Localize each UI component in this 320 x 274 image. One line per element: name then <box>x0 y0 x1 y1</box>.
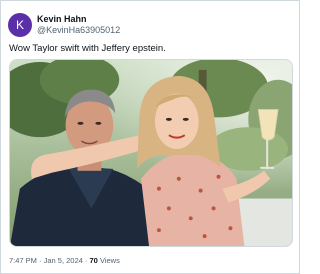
meta-separator: · <box>84 256 88 265</box>
tweet-photo[interactable] <box>9 59 293 247</box>
tweet-text: Wow Taylor swift with Jeffery epstein. <box>9 43 166 54</box>
views-label: Views <box>99 256 120 265</box>
avatar[interactable]: K <box>8 13 32 37</box>
tweet-card: K Kevin Hahn @KevinHa63905012 Wow Taylor… <box>0 0 300 274</box>
tweet-date[interactable]: Jan 5, 2024 <box>44 256 83 265</box>
author-name[interactable]: Kevin Hahn <box>37 14 120 25</box>
tweet-time[interactable]: 7:47 PM <box>9 256 37 265</box>
tweet-author: Kevin Hahn @KevinHa63905012 <box>37 14 120 36</box>
author-handle[interactable]: @KevinHa63905012 <box>37 25 120 36</box>
tweet-meta: 7:47 PM · Jan 5, 2024 · 70 Views <box>9 256 120 266</box>
views-count: 70 <box>89 256 98 265</box>
photo-image <box>10 60 292 246</box>
avatar-letter: K <box>15 18 24 32</box>
meta-separator: · <box>39 256 42 265</box>
